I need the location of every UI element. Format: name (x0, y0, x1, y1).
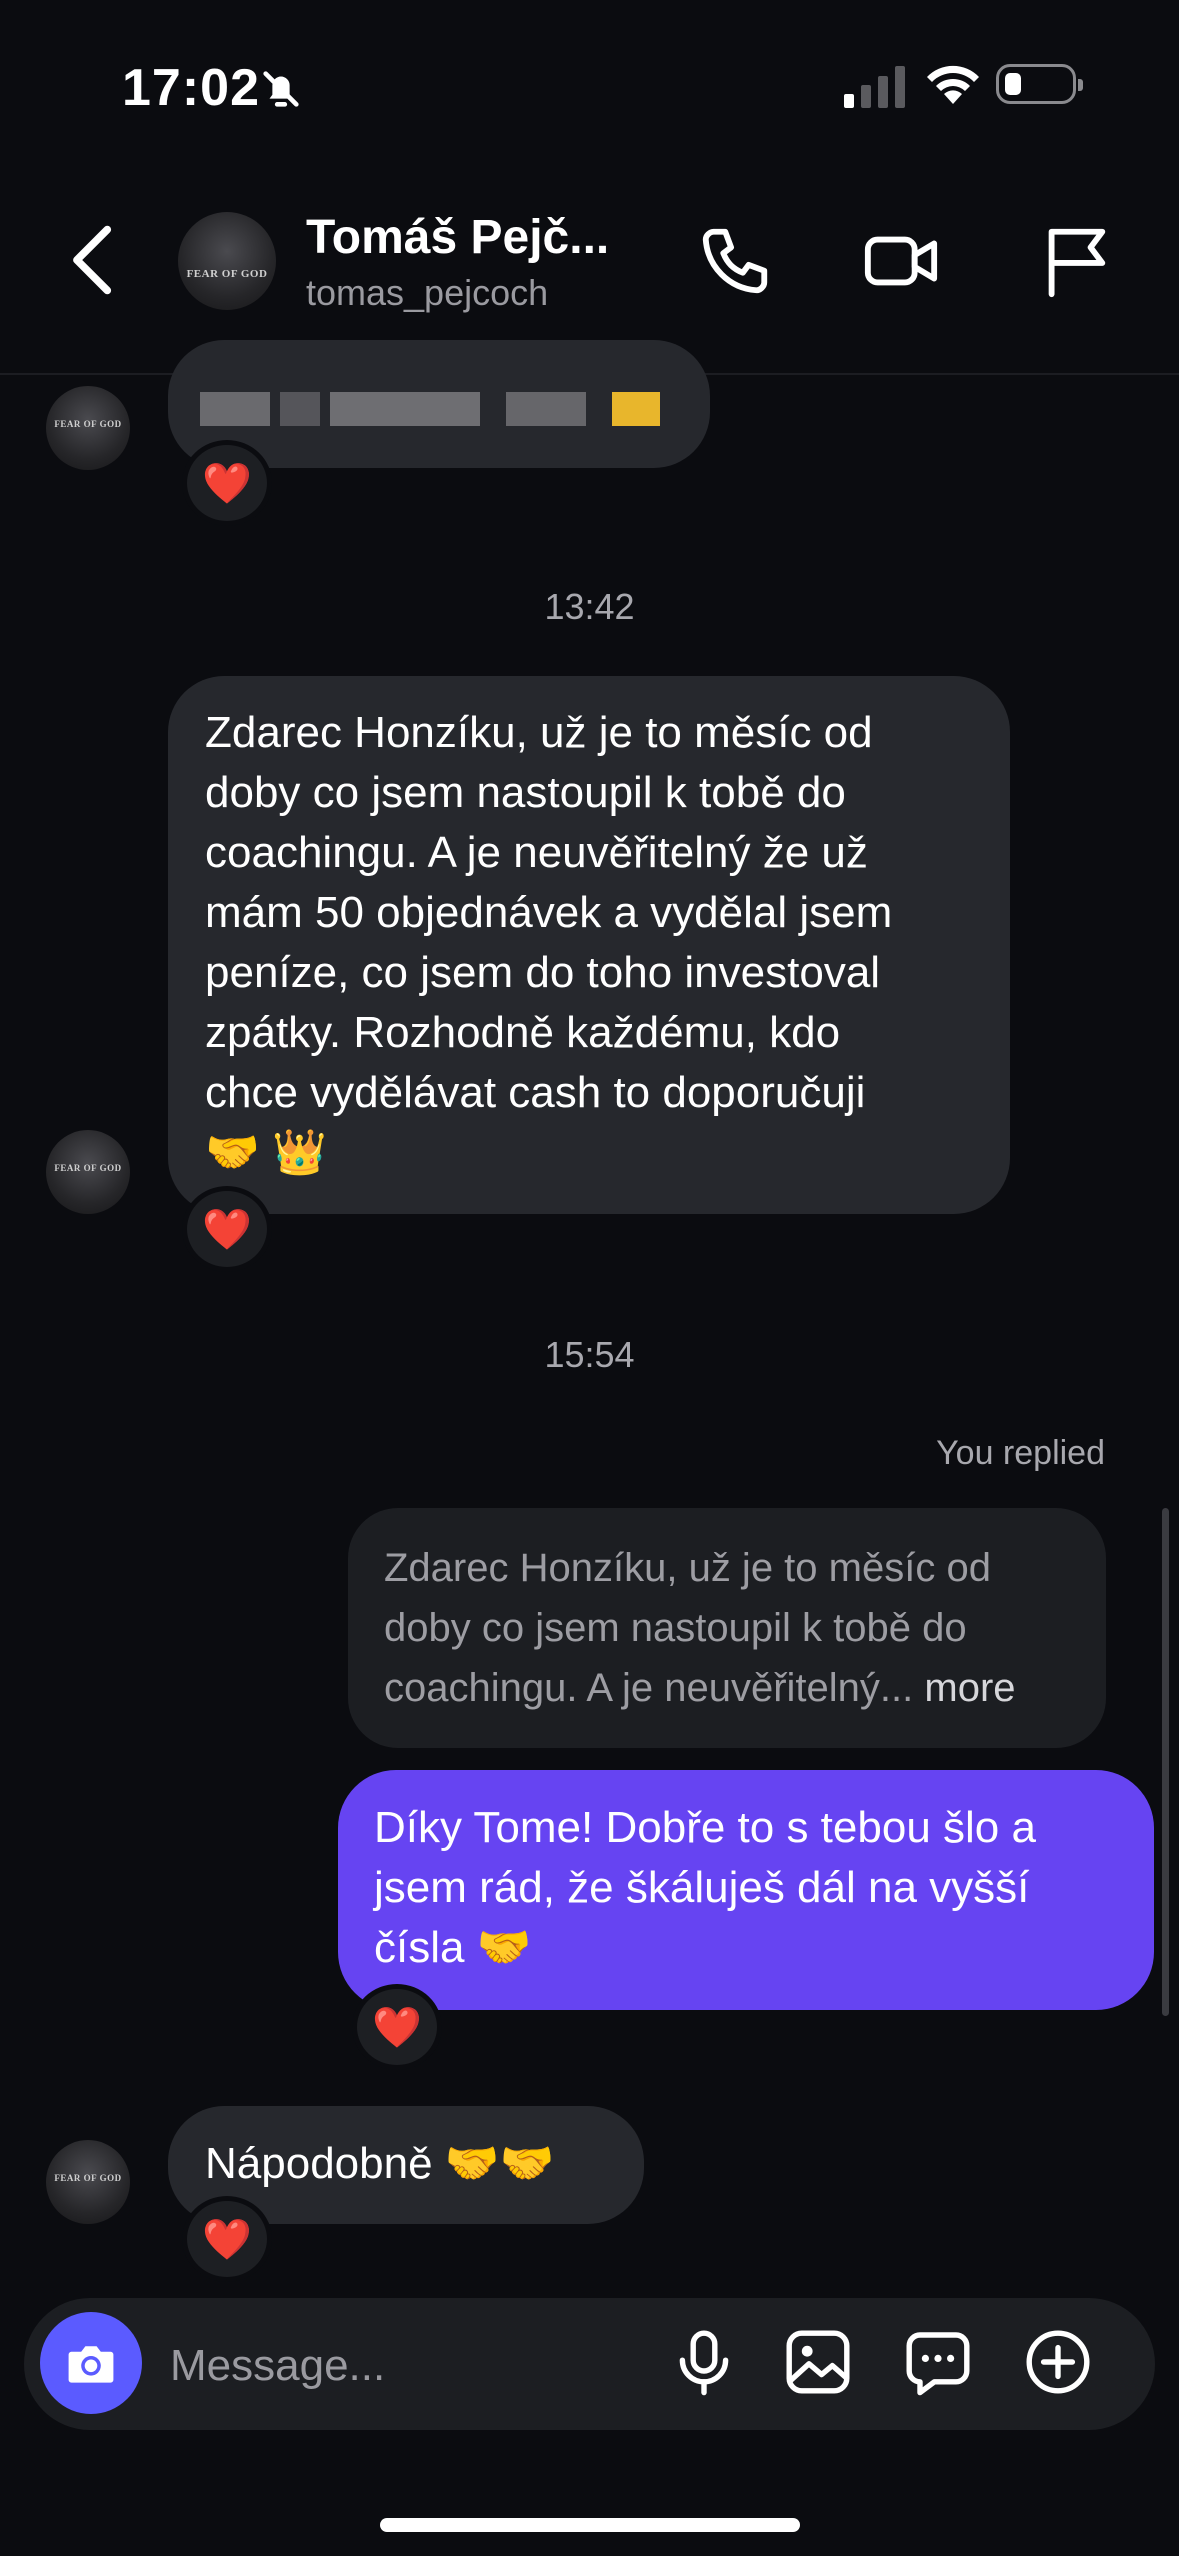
message-line: chce vydělávat cash to doporučuji (205, 1068, 866, 1117)
scrollbar[interactable] (1162, 1508, 1169, 2016)
message-line: coachingu. A je neuvěřitelný že už (205, 828, 868, 877)
avatar-logo-text: FEAR OF GOD (54, 419, 122, 429)
blurred-message-content (200, 392, 670, 426)
message-line: Zdarec Honzíku, už je to měsíc od (205, 708, 873, 757)
contact-name[interactable]: Tomáš Pejč... (306, 210, 609, 265)
message-line: jsem rád, že škáluješ dál na vyšší (374, 1863, 1030, 1912)
sender-avatar[interactable]: FEAR OF GOD (46, 386, 130, 470)
message-line: doby co jsem nastoupil k tobě do (205, 768, 846, 817)
message-line: peníze, co jsem do toho investoval (205, 948, 881, 997)
avatar-logo-text: FEAR OF GOD (186, 268, 268, 280)
timestamp: 13:42 (544, 586, 635, 627)
video-icon[interactable] (862, 222, 940, 300)
more-link[interactable]: more (924, 1666, 1015, 1710)
flag-icon[interactable] (1036, 222, 1114, 300)
you-replied-label: You replied (936, 1434, 1105, 1472)
avatar-logo-text: FEAR OF GOD (54, 1163, 122, 1173)
image-icon[interactable] (782, 2326, 854, 2398)
quoted-message-text: Zdarec Honzíku, už je to měsíc od doby c… (384, 1538, 1016, 1718)
back-chevron-icon[interactable] (64, 222, 124, 298)
sender-avatar[interactable]: FEAR OF GOD (46, 2140, 130, 2224)
plus-circle-icon[interactable] (1022, 2326, 1094, 2398)
message-text: Nápodobně 🤝🤝 (205, 2139, 555, 2188)
avatar-logo-text: FEAR OF GOD (54, 2173, 122, 2183)
message-line: 🤝 👑 (205, 1128, 327, 1177)
message-line: Díky Tome! Dobře to s tebou šlo a (374, 1803, 1036, 1852)
phone-icon[interactable] (696, 222, 774, 300)
contact-username[interactable]: tomas_pejcoch (306, 272, 548, 314)
sticker-icon[interactable] (902, 2326, 974, 2398)
heart-reaction[interactable]: ❤️ (352, 1984, 442, 2070)
quoted-line: Zdarec Honzíku, už je to měsíc od (384, 1546, 991, 1590)
status-time: 17:02 (122, 59, 260, 117)
message-line: mám 50 objednávek a vydělal jsem (205, 888, 893, 937)
message-text: Díky Tome! Dobře to s tebou šlo a jsem r… (374, 1798, 1036, 1978)
home-indicator[interactable] (380, 2518, 800, 2532)
wifi-icon (927, 65, 979, 104)
heart-reaction[interactable]: ❤️ (182, 2196, 272, 2282)
timestamp: 15:54 (544, 1334, 635, 1375)
signal-icon (844, 66, 905, 108)
message-input[interactable] (168, 2332, 672, 2400)
quoted-line: doby co jsem nastoupil k tobě do (384, 1606, 967, 1650)
message-text: Zdarec Honzíku, už je to měsíc od doby c… (205, 703, 892, 1183)
heart-reaction[interactable]: ❤️ (182, 1186, 272, 1272)
heart-reaction[interactable]: ❤️ (182, 440, 272, 526)
sender-avatar[interactable]: FEAR OF GOD (46, 1130, 130, 1214)
contact-avatar[interactable]: FEAR OF GOD (178, 212, 276, 310)
message-line: zpátky. Rozhodně každému, kdo (205, 1008, 841, 1057)
bell-slash-icon (263, 71, 299, 107)
quoted-line: coachingu. A je neuvěřitelný... (384, 1666, 914, 1710)
camera-icon (68, 2346, 114, 2383)
microphone-icon[interactable] (668, 2326, 740, 2398)
camera-button[interactable] (40, 2312, 142, 2414)
message-line: čísla 🤝 (374, 1923, 532, 1972)
battery-icon (996, 64, 1083, 104)
